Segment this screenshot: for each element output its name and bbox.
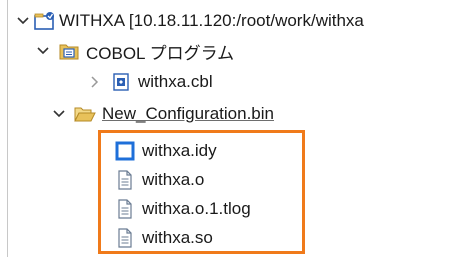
chevron-down-icon[interactable] (36, 44, 50, 58)
blue-square-icon (114, 140, 136, 162)
tree-item-o-file[interactable]: withxa.o (114, 167, 204, 193)
cobol-folder-icon (58, 40, 80, 62)
tree-item-config-folder[interactable]: New_Configuration.bin (52, 101, 274, 127)
chevron-right-icon[interactable] (88, 75, 102, 89)
tree-item-tlog-file[interactable]: withxa.o.1.tlog (114, 196, 251, 222)
project-icon (34, 10, 56, 32)
open-folder-icon (74, 103, 96, 125)
project-label: WITHXA [10.18.11.120:/root/work/withxa (59, 11, 364, 30)
tree-item-idy-file[interactable]: withxa.idy (114, 138, 217, 164)
text-file-icon (114, 169, 136, 191)
text-file-icon (114, 227, 136, 249)
cobol-file-icon (110, 71, 132, 93)
text-file-icon (114, 198, 136, 220)
tree-left-border (7, 0, 8, 257)
tree-item-so-file[interactable]: withxa.so (114, 225, 213, 251)
o-file-label: withxa.o (142, 170, 205, 189)
cbl-file-label: withxa.cbl (138, 72, 213, 91)
tree-item-cobol-folder[interactable]: COBOL プログラム (36, 38, 234, 64)
tree-item-cbl-file[interactable]: withxa.cbl (88, 69, 213, 95)
chevron-down-icon[interactable] (52, 107, 66, 121)
tlog-file-label: withxa.o.1.tlog (142, 199, 251, 218)
so-file-label: withxa.so (142, 228, 213, 247)
config-folder-label: New_Configuration.bin (102, 104, 274, 123)
tree-item-project[interactable]: WITHXA [10.18.11.120:/root/work/withxa (16, 8, 364, 34)
idy-file-label: withxa.idy (142, 141, 217, 160)
chevron-down-icon[interactable] (16, 14, 30, 28)
cobol-folder-label: COBOL プログラム (86, 43, 235, 63)
